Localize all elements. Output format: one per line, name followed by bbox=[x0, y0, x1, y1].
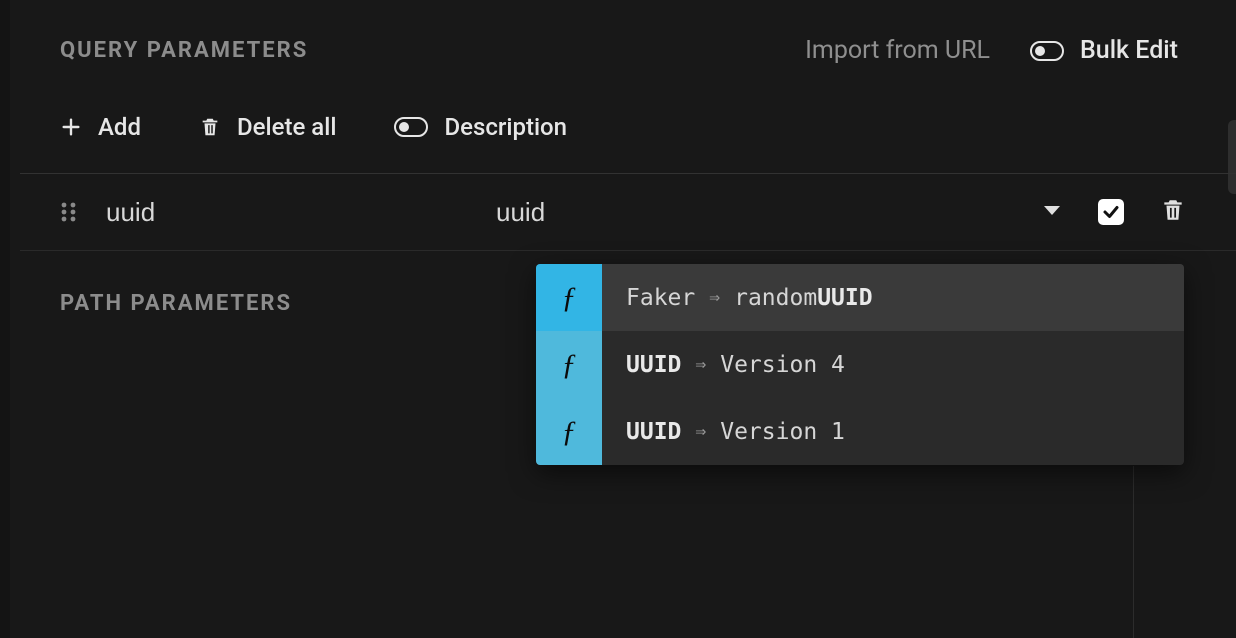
param-key-input[interactable] bbox=[106, 197, 496, 228]
autocomplete-popover: ƒ Faker ⇒ randomUUID ƒ UUID ⇒ Version 4 … bbox=[536, 264, 1184, 465]
function-badge-icon: ƒ bbox=[536, 331, 602, 398]
query-toolbar: Add Delete all Description bbox=[20, 65, 1236, 174]
value-type-dropdown-button[interactable] bbox=[1042, 203, 1062, 222]
delete-all-label: Delete all bbox=[237, 113, 336, 141]
param-enabled-checkbox[interactable] bbox=[1098, 199, 1124, 225]
add-button[interactable]: Add bbox=[60, 113, 141, 141]
autocomplete-item-label: Faker ⇒ randomUUID bbox=[602, 285, 873, 311]
function-badge-icon: ƒ bbox=[536, 264, 602, 331]
autocomplete-item-faker-randomuuid[interactable]: ƒ Faker ⇒ randomUUID bbox=[536, 264, 1184, 331]
trash-icon bbox=[199, 115, 221, 139]
trash-icon bbox=[1160, 196, 1186, 224]
query-parameters-header: Query Parameters Import from URL Bulk Ed… bbox=[20, 0, 1236, 65]
autocomplete-item-label: UUID ⇒ Version 4 bbox=[602, 352, 845, 378]
bulk-edit-label: Bulk Edit bbox=[1080, 36, 1178, 65]
description-toggle-button[interactable]: Description bbox=[394, 113, 567, 141]
import-from-url-button[interactable]: Import from URL bbox=[805, 36, 990, 65]
query-parameters-title: Query Parameters bbox=[60, 38, 308, 63]
arrow-right-icon: ⇒ bbox=[695, 354, 706, 375]
caret-down-icon bbox=[1042, 204, 1062, 218]
drag-handle-icon[interactable] bbox=[60, 200, 78, 224]
toggle-icon bbox=[1030, 41, 1064, 61]
add-label: Add bbox=[98, 113, 141, 141]
divider bbox=[1133, 466, 1134, 638]
arrow-right-icon: ⇒ bbox=[709, 287, 720, 308]
function-badge-icon: ƒ bbox=[536, 398, 602, 465]
autocomplete-item-label: UUID ⇒ Version 1 bbox=[602, 419, 845, 445]
plus-icon bbox=[60, 116, 82, 138]
bulk-edit-button[interactable]: Bulk Edit bbox=[1030, 36, 1178, 65]
autocomplete-item-uuid-v4[interactable]: ƒ UUID ⇒ Version 4 bbox=[536, 331, 1184, 398]
arrow-right-icon: ⇒ bbox=[695, 421, 706, 442]
query-param-row bbox=[20, 174, 1236, 251]
autocomplete-item-uuid-v1[interactable]: ƒ UUID ⇒ Version 1 bbox=[536, 398, 1184, 465]
check-icon bbox=[1102, 203, 1120, 221]
toggle-icon bbox=[394, 117, 428, 137]
param-value-input[interactable] bbox=[496, 197, 1022, 228]
description-label: Description bbox=[444, 113, 567, 141]
delete-all-button[interactable]: Delete all bbox=[199, 113, 336, 141]
delete-param-button[interactable] bbox=[1160, 196, 1186, 228]
